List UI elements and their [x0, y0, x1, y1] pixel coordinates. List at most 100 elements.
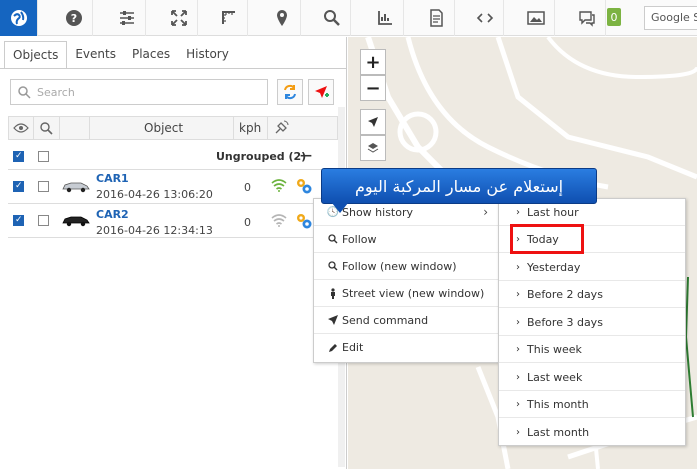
chevron-right-icon: › — [483, 205, 488, 219]
objects-panel: Objects Events Places History Search Obj… — [0, 37, 347, 469]
group-follow-checkbox[interactable] — [38, 151, 49, 162]
visibility-eye-icon[interactable] — [13, 121, 29, 138]
search-icon — [326, 234, 340, 244]
header-divider — [267, 117, 268, 139]
zoom-out-button[interactable]: − — [360, 75, 386, 101]
settings-gears-icon[interactable] — [295, 212, 313, 233]
map-search-input[interactable]: Google St — [644, 6, 697, 30]
today-highlight-box — [510, 224, 584, 254]
panel-tabs: Objects Events Places History — [4, 41, 237, 69]
send-icon — [326, 315, 340, 325]
submenu-item-this-week[interactable]: › This week — [499, 336, 685, 363]
submenu-item-yesterday[interactable]: › Yesterday — [499, 254, 685, 281]
submenu-item-before-2-days[interactable]: › Before 2 days — [499, 281, 685, 308]
group-label: Ungrouped (2) — [216, 150, 307, 163]
header-divider — [233, 117, 234, 139]
row-visible-checkbox[interactable] — [13, 215, 24, 226]
fullscreen-icon[interactable] — [160, 0, 198, 36]
submenu-item-this-month[interactable]: › This month — [499, 391, 685, 418]
chat-icon[interactable] — [568, 0, 606, 36]
column-speed[interactable]: kph — [239, 121, 261, 135]
collapse-group-button[interactable]: — — [300, 148, 312, 162]
tab-objects[interactable]: Objects — [4, 41, 68, 69]
car-last-update: 2016-04-26 12:34:13 — [96, 224, 213, 237]
tab-places[interactable]: Places — [124, 41, 178, 69]
group-row[interactable]: Ungrouped (2) — — [8, 144, 338, 170]
navigation-arrow-icon — [368, 117, 378, 127]
locate-button[interactable] — [360, 109, 386, 135]
menu-item-follow[interactable]: Follow — [314, 226, 498, 253]
menu-item-label: Follow (new window) — [342, 259, 457, 273]
ruler-icon[interactable] — [210, 0, 248, 36]
signal-icon — [270, 213, 288, 230]
submenu-item-label: This month — [527, 397, 589, 411]
sliders-icon[interactable] — [108, 0, 146, 36]
chevron-right-icon: › — [516, 371, 520, 383]
report-icon[interactable] — [417, 0, 455, 36]
row-follow-checkbox[interactable] — [38, 215, 49, 226]
pencil-icon — [326, 343, 340, 353]
column-object[interactable]: Object — [144, 121, 183, 135]
menu-item-label: Edit — [342, 341, 364, 354]
settings-gears-icon[interactable] — [295, 177, 313, 198]
submenu-item-label: Yesterday — [527, 260, 581, 274]
chevron-right-icon: › — [516, 427, 520, 438]
car-speed: 0 — [244, 181, 251, 194]
header-divider — [89, 117, 90, 139]
help-icon[interactable]: ? — [55, 0, 93, 36]
row-follow-checkbox[interactable] — [38, 181, 49, 192]
menu-item-send-command[interactable]: Send command — [314, 307, 498, 334]
satellite-icon — [273, 120, 289, 139]
follow-search-icon[interactable] — [39, 121, 53, 138]
submenu-item-last-month[interactable]: › Last month — [499, 419, 685, 446]
table-row[interactable]: CAR2 2016-04-26 12:34:13 0 — [8, 204, 338, 238]
refresh-button[interactable] — [277, 79, 303, 105]
header-divider — [59, 117, 60, 139]
submenu-item-label: Last month — [527, 426, 590, 439]
menu-item-label: Follow — [342, 232, 377, 246]
car-speed: 0 — [244, 216, 251, 229]
car-name[interactable]: CAR2 — [96, 208, 129, 221]
refresh-icon — [284, 84, 296, 100]
chart-axis-icon[interactable] — [366, 0, 404, 36]
tab-history[interactable]: History — [178, 41, 237, 69]
zoom-in-button[interactable]: + — [360, 49, 386, 75]
car-icon — [61, 179, 91, 196]
menu-item-street-view[interactable]: Street view (new window) — [314, 280, 498, 307]
table-row[interactable]: CAR1 2016-04-26 13:06:20 0 — [8, 170, 338, 204]
header-divider — [33, 117, 34, 139]
submenu-item-label: This week — [527, 342, 582, 356]
group-visible-checkbox[interactable] — [13, 151, 24, 162]
chevron-right-icon: › — [516, 398, 520, 410]
row-visible-checkbox[interactable] — [13, 181, 24, 192]
menu-item-label: Send command — [342, 313, 429, 327]
chevron-right-icon: › — [516, 343, 520, 355]
submenu-item-before-3-days[interactable]: › Before 3 days — [499, 309, 685, 336]
chevron-right-icon: › — [516, 316, 520, 328]
submenu-item-label: Before 2 days — [527, 287, 603, 301]
add-object-button[interactable] — [308, 79, 334, 105]
search-icon — [18, 86, 31, 99]
search-icon[interactable] — [313, 0, 351, 36]
menu-item-edit[interactable]: Edit — [314, 334, 498, 361]
signal-icon — [270, 178, 288, 195]
menu-item-follow-new-window[interactable]: Follow (new window) — [314, 253, 498, 280]
submenu-item-label: Last week — [527, 370, 583, 384]
car-name[interactable]: CAR1 — [96, 172, 129, 185]
search-icon — [326, 261, 340, 271]
location-pin-icon[interactable] — [263, 0, 301, 36]
top-toolbar: ? 0 Google St — [0, 0, 697, 36]
image-icon[interactable] — [517, 0, 555, 36]
map-layers-button[interactable] — [360, 135, 386, 161]
unread-count-badge: 0 — [607, 8, 621, 26]
navigation-add-icon — [315, 86, 329, 98]
code-icon[interactable] — [466, 0, 504, 36]
object-context-menu: 🕓 Show history › Follow Follow (new wind… — [313, 198, 499, 363]
annotation-callout: إستعلام عن مسار المركبة اليوم — [321, 168, 597, 213]
tab-events[interactable]: Events — [67, 41, 124, 69]
submenu-item-last-week[interactable]: › Last week — [499, 364, 685, 391]
menu-item-label: Show history — [342, 205, 414, 219]
object-search-input[interactable]: Search — [10, 79, 268, 105]
globe-icon[interactable] — [0, 0, 38, 36]
objects-table-header: Object kph — [8, 116, 338, 140]
